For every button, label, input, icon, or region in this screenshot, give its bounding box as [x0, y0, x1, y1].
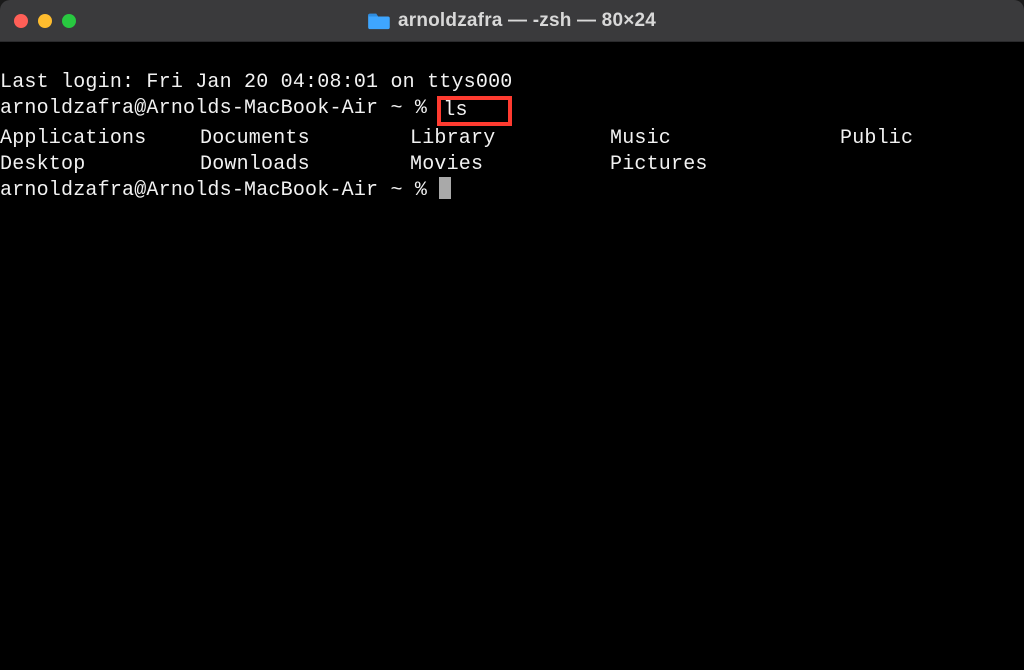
cursor	[439, 177, 451, 199]
prompt-line-1: arnoldzafra@Arnolds-MacBook-Air ~ % ls	[0, 96, 1024, 126]
list-item: Public	[840, 126, 1000, 152]
list-item: Downloads	[200, 152, 410, 178]
last-login-line: Last login: Fri Jan 20 04:08:01 on ttys0…	[0, 70, 1024, 96]
directory-listing: ApplicationsDocumentsLibraryMusicPublic D…	[0, 126, 1024, 178]
window-title: arnoldzafra — -zsh — 80×24	[398, 10, 656, 32]
prompt-prefix: arnoldzafra@Arnolds-MacBook-Air ~ %	[0, 97, 439, 120]
maximize-window-button[interactable]	[62, 14, 76, 28]
folder-icon	[368, 12, 390, 30]
command-highlight: ls	[437, 96, 512, 126]
minimize-window-button[interactable]	[38, 14, 52, 28]
command-text: ls	[443, 99, 467, 122]
list-item	[840, 152, 1000, 178]
list-item: Applications	[0, 126, 200, 152]
traffic-lights	[14, 14, 76, 28]
window-title-bar: arnoldzafra — -zsh — 80×24	[0, 0, 1024, 42]
list-item: Movies	[410, 152, 610, 178]
close-window-button[interactable]	[14, 14, 28, 28]
title-center: arnoldzafra — -zsh — 80×24	[368, 10, 656, 32]
list-item: Pictures	[610, 152, 840, 178]
list-item: Desktop	[0, 152, 200, 178]
terminal-output[interactable]: Last login: Fri Jan 20 04:08:01 on ttys0…	[0, 42, 1024, 670]
prompt-prefix: arnoldzafra@Arnolds-MacBook-Air ~ %	[0, 179, 439, 202]
list-item: Documents	[200, 126, 410, 152]
prompt-line-2: arnoldzafra@Arnolds-MacBook-Air ~ %	[0, 178, 1024, 204]
list-item: Library	[410, 126, 610, 152]
list-item: Music	[610, 126, 840, 152]
